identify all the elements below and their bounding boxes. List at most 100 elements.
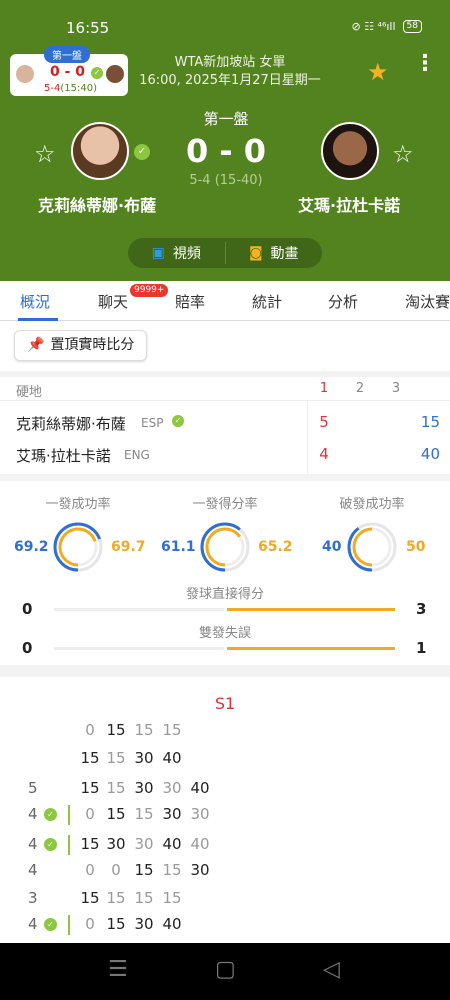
pbp-point: 15 bbox=[106, 915, 126, 933]
pbp-point: 15 bbox=[106, 779, 126, 797]
pbp-point: 0 bbox=[85, 861, 95, 879]
pbp-point: 15 bbox=[134, 861, 154, 879]
tab-knockout[interactable]: 淘汰賽 bbox=[405, 291, 450, 312]
pbp-server-marker bbox=[68, 915, 70, 935]
home-icon[interactable]: ▢ bbox=[215, 957, 236, 982]
score-row-player2: 艾瑪·拉杜卡諾 ENG 4 40 bbox=[0, 441, 450, 475]
player1-name[interactable]: 克莉絲蒂娜·布薩 bbox=[38, 192, 156, 216]
pbp-serve-check-icon: ✓ bbox=[44, 838, 57, 851]
pbp-point: 40 bbox=[162, 749, 182, 767]
signal-icons: ⊘ ☷ ⁴⁶ıll bbox=[351, 20, 396, 33]
video-button[interactable]: ▣ 視頻 bbox=[128, 238, 225, 268]
stat-first-serve-won-title: 一發得分率 bbox=[192, 497, 258, 512]
row-player2-name: 艾瑪·拉杜卡諾 bbox=[16, 447, 111, 465]
stat-first-serve-in-left: 69.2 bbox=[14, 539, 49, 555]
game-score: 5-4 (15-40) bbox=[189, 173, 263, 188]
chat-count-badge: 9999+ bbox=[130, 284, 169, 297]
favorite-star-icon[interactable]: ★ bbox=[367, 58, 389, 86]
battery-icon: 58 bbox=[402, 20, 422, 33]
animation-icon: ◙ bbox=[248, 245, 263, 261]
back-icon[interactable]: ◁ bbox=[323, 957, 340, 982]
tab-overview[interactable]: 概況 bbox=[20, 291, 50, 312]
event-title: WTA新加坡站 女單 bbox=[174, 55, 286, 70]
media-toggle: ▣ 視頻 ◙ 動畫 bbox=[128, 238, 322, 268]
stat-first-serve-in-title: 一發成功率 bbox=[45, 497, 111, 512]
stat-break-points-right: 50 bbox=[406, 539, 426, 555]
recent-apps-icon[interactable]: ☰ bbox=[108, 957, 128, 982]
set-col-1: 1 bbox=[319, 381, 329, 396]
pbp-serve-check-icon: ✓ bbox=[44, 808, 57, 821]
match-header: 第一盤 0 - 0 ✓ 5-4(15:40) WTA新加坡站 女單 16:00,… bbox=[0, 46, 450, 281]
tab-stats[interactable]: 統計 bbox=[252, 291, 282, 312]
player2-photo[interactable] bbox=[321, 122, 379, 180]
event-info: WTA新加坡站 女單 16:00, 2025年1月27日星期一 bbox=[130, 54, 330, 90]
pbp-row: 15 15 30 40 bbox=[0, 749, 450, 773]
animation-button[interactable]: ◙ 動畫 bbox=[226, 238, 323, 268]
stat-break-points-left: 40 bbox=[322, 539, 342, 555]
pbp-point: 15 bbox=[106, 749, 126, 767]
pbp-point: 15 bbox=[106, 889, 126, 907]
pbp-point: 30 bbox=[134, 779, 154, 797]
pbp-point: 30 bbox=[134, 835, 154, 853]
pbp-point: 0 bbox=[85, 721, 95, 739]
player1-avatar-small bbox=[16, 65, 34, 83]
pbp-point: 15 bbox=[80, 749, 100, 767]
pbp-game-score: 4 bbox=[28, 915, 38, 933]
score-row-player1: 克莉絲蒂娜·布薩 ESP ✓ 5 15 bbox=[0, 407, 450, 441]
pbp-point: 0 bbox=[111, 861, 121, 879]
pbp-point: 30 bbox=[190, 805, 210, 823]
pbp-point: 0 bbox=[85, 915, 95, 933]
stat-aces-left: 0 bbox=[22, 600, 33, 618]
pbp-point: 15 bbox=[162, 889, 182, 907]
pbp-point: 15 bbox=[106, 721, 126, 739]
row-player2-nation: ENG bbox=[124, 448, 150, 462]
stat-ring-3 bbox=[347, 522, 397, 572]
row-player1-points: 15 bbox=[420, 413, 440, 431]
status-time: 16:55 bbox=[66, 19, 110, 37]
pbp-point: 15 bbox=[162, 861, 182, 879]
stat-first-serve-won-left: 61.1 bbox=[161, 539, 196, 555]
player1-photo[interactable] bbox=[71, 122, 129, 180]
set-col-3: 3 bbox=[391, 381, 401, 396]
stat-double-faults-right: 1 bbox=[416, 639, 427, 657]
pbp-server-marker bbox=[68, 835, 70, 855]
row-player1-name: 克莉絲蒂娜·布薩 bbox=[16, 415, 126, 433]
mini-sub: 5-4(15:40) bbox=[44, 83, 97, 94]
row-player1-nation: ESP bbox=[141, 416, 164, 430]
set-col-2: 2 bbox=[355, 381, 365, 396]
pbp-point: 15 bbox=[134, 889, 154, 907]
stat-first-serve-won-right: 65.2 bbox=[258, 539, 293, 555]
tab-analysis[interactable]: 分析 bbox=[328, 291, 358, 312]
tab-bar: 概況 聊天 9999+ 賠率 統計 分析 淘汰賽 bbox=[0, 281, 450, 321]
pin-area: 📌 置頂實時比分 bbox=[0, 321, 450, 371]
mini-scoreboard[interactable]: 第一盤 0 - 0 ✓ 5-4(15:40) bbox=[10, 46, 128, 96]
player2-name[interactable]: 艾瑪·拉杜卡諾 bbox=[298, 192, 400, 216]
pbp-set-label: S1 bbox=[214, 694, 236, 713]
stat-aces-bar-right bbox=[227, 608, 395, 611]
pbp-point: 30 bbox=[190, 861, 210, 879]
pbp-game-score: 3 bbox=[28, 889, 38, 907]
pin-live-score-button[interactable]: 📌 置頂實時比分 bbox=[14, 330, 148, 361]
score-table: 硬地 1 2 3 克莉絲蒂娜·布薩 ESP ✓ 5 15 艾瑪·拉杜卡諾 ENG… bbox=[0, 377, 450, 474]
serve-check-icon: ✓ bbox=[91, 67, 103, 79]
stat-break-points-title: 破發成功率 bbox=[339, 497, 405, 512]
status-bar: 16:55 ⊘ ☷ ⁴⁶ıll 58 bbox=[0, 0, 450, 52]
row-player1-set1: 5 bbox=[319, 413, 329, 431]
stats-panel: 一發成功率 一發得分率 破發成功率 69.2 69.7 61.1 65.2 40… bbox=[0, 481, 450, 665]
row-player2-points: 40 bbox=[420, 445, 440, 463]
pbp-point: 15 bbox=[106, 805, 126, 823]
pbp-row: 5 15 15 30 30 40 bbox=[0, 779, 450, 803]
mini-set-tag: 第一盤 bbox=[44, 46, 90, 63]
tab-odds[interactable]: 賠率 bbox=[175, 291, 205, 312]
pbp-point: 30 bbox=[106, 835, 126, 853]
more-menu-icon[interactable]: ⋮ bbox=[414, 53, 436, 75]
player1-follow-star-icon[interactable]: ☆ bbox=[34, 140, 56, 168]
pbp-game-score: 4 bbox=[28, 835, 38, 853]
pin-icon: 📌 bbox=[27, 337, 45, 353]
score-table-header: 硬地 1 2 3 bbox=[0, 377, 450, 401]
tab-chat[interactable]: 聊天 bbox=[98, 291, 128, 312]
mini-score: 0 - 0 bbox=[50, 64, 86, 80]
pbp-point: 30 bbox=[134, 915, 154, 933]
pbp-point: 0 bbox=[85, 805, 95, 823]
player2-follow-star-icon[interactable]: ☆ bbox=[392, 140, 414, 168]
